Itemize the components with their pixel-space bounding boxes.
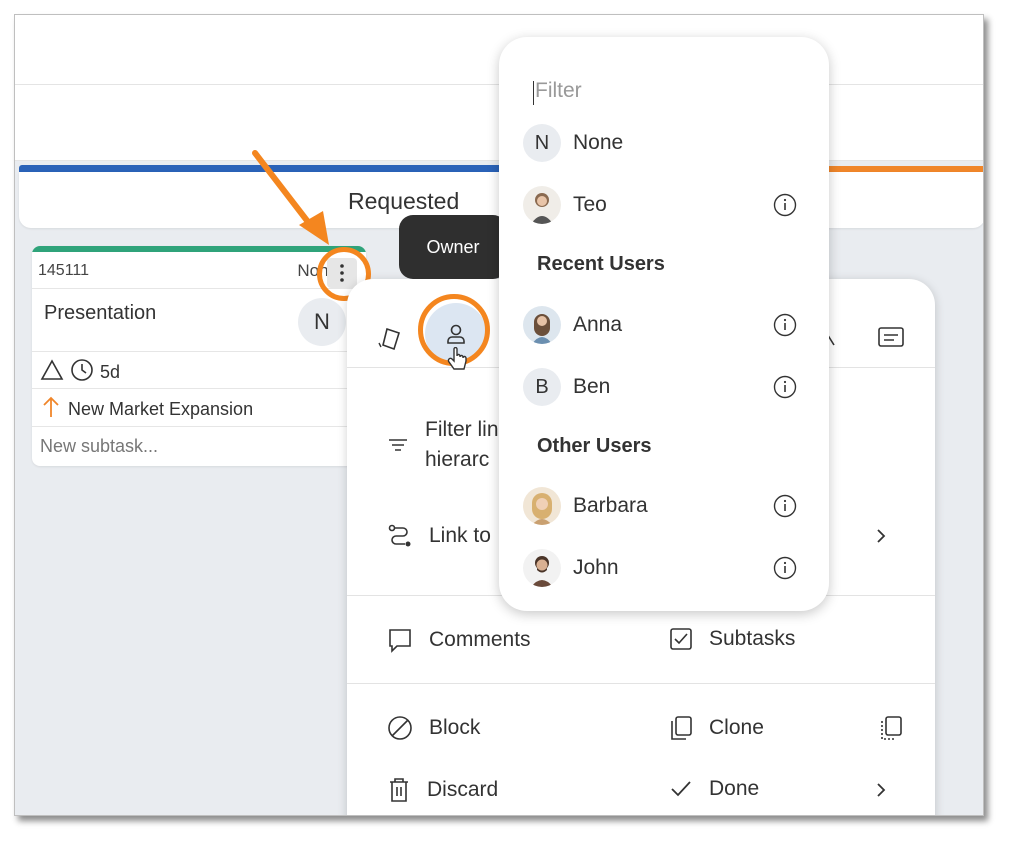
filter-hierarchy-item[interactable]: Filter lin hierarc [387,415,499,475]
link-to-label: Link to [429,524,491,547]
user-name: Teo [573,193,607,216]
subtasks-label: Subtasks [709,627,796,650]
user-option-teo[interactable]: Teo [523,185,813,225]
user-name: Anna [573,313,623,336]
card-duration: 5d [100,362,121,382]
card-meta-row: 5d [40,358,120,387]
card-details-icon[interactable] [877,325,905,354]
filter-hierarchy-line2: hierarc [425,448,490,471]
subtasks-item[interactable]: Subtasks [669,627,795,651]
user-option-ben[interactable]: B Ben [523,367,813,407]
avatar [523,306,561,344]
avatar [523,549,561,587]
link-path-icon [388,524,411,547]
avatar [523,487,561,525]
clone-label: Clone [709,716,764,739]
clock-icon [70,358,94,387]
avatar: N [523,124,561,162]
block-icon [388,716,412,740]
annotation-arrow-icon [252,150,329,245]
card-divider [32,288,366,289]
trash-icon [390,778,408,802]
info-icon[interactable] [773,313,797,342]
other-users-heading: Other Users [537,435,652,457]
owner-dropdown: Filter N None Teo Recent Users Anna B Be… [499,37,829,611]
user-name: Ben [573,375,611,398]
warning-triangle-icon[interactable] [40,359,64,386]
card-divider [32,351,366,352]
card-title[interactable]: Presentation [44,302,156,325]
clone-icon [671,716,692,740]
user-name: John [573,556,619,579]
filter-icon [389,439,407,451]
clone-dotted-icon[interactable] [879,715,903,746]
hand-cursor-icon [447,346,469,378]
comment-icon [389,629,411,653]
comments-item[interactable]: Comments [387,627,531,653]
text-caret [533,81,534,105]
app-window: Requested 145111 None Presentation N 5d … [14,14,984,816]
tag-icon[interactable] [377,325,405,358]
menu-divider [347,683,935,684]
column-title: Requested [348,188,460,214]
card-divider [32,426,366,427]
link-to-item[interactable]: Link to [387,523,491,549]
avatar: B [523,368,561,406]
user-option-anna[interactable]: Anna [523,305,813,345]
owner-filter-input[interactable]: Filter [535,79,582,103]
info-icon[interactable] [773,556,797,585]
chevron-right-icon[interactable] [875,781,887,804]
done-item[interactable]: Done [669,777,759,801]
card-divider [32,388,366,389]
card-owner-avatar[interactable]: N [298,298,346,346]
new-subtask-input[interactable]: New subtask... [40,436,158,457]
filter-hierarchy-line1: Filter lin [425,418,499,441]
clone-item[interactable]: Clone [669,715,764,741]
info-icon[interactable] [773,494,797,523]
user-option-john[interactable]: John [523,548,813,588]
info-icon[interactable] [773,193,797,222]
avatar [523,186,561,224]
discard-item[interactable]: Discard [387,777,498,803]
chevron-right-icon[interactable] [875,527,887,550]
user-option-barbara[interactable]: Barbara [523,486,813,526]
block-label: Block [429,716,481,739]
user-name: Barbara [573,494,648,517]
done-label: Done [709,777,760,800]
filter-hierarchy-label: Filter lin hierarc [425,415,499,475]
user-option-none[interactable]: N None [523,123,813,163]
info-icon[interactable] [773,375,797,404]
checkbox-icon [670,628,692,650]
checkmark-icon [671,781,691,797]
user-name: None [573,131,624,154]
task-card[interactable]: 145111 None Presentation N 5d New Market… [32,246,366,466]
block-item[interactable]: Block [387,715,480,741]
arrow-up-icon [40,395,62,424]
card-id: 145111 [38,262,90,279]
card-parent-row[interactable]: New Market Expansion [40,395,253,424]
owner-tooltip: Owner [399,215,507,279]
comments-label: Comments [429,628,531,651]
recent-users-heading: Recent Users [537,253,665,275]
discard-label: Discard [427,778,499,801]
card-parent-link[interactable]: New Market Expansion [68,399,253,420]
